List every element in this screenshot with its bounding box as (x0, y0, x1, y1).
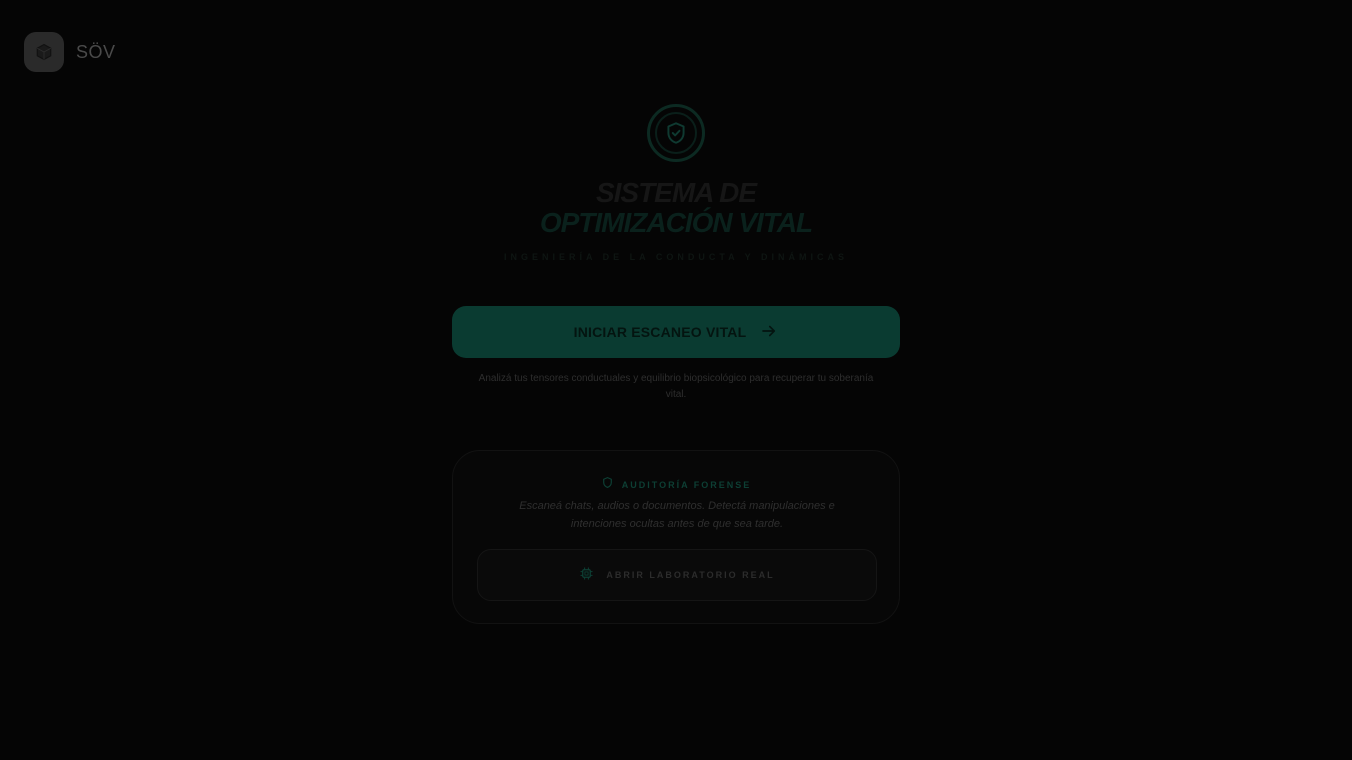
title-line-2: OPTIMIZACIÓN VITAL (539, 207, 813, 238)
start-scan-button[interactable]: INICIAR ESCANEO VITAL (452, 306, 900, 358)
open-lab-button[interactable]: ABRIR LABORATORIO REAL (477, 549, 877, 601)
forensic-card: AUDITORÍA FORENSE Escaneá chats, audios … (452, 450, 900, 624)
shield-check-icon (647, 104, 705, 162)
cpu-chip-icon (579, 566, 594, 584)
brand-logo[interactable]: SÖV (24, 32, 116, 72)
arrow-right-icon (760, 322, 778, 343)
tagline: INGENIERÍA DE LA CONDUCTA Y DINÁMICAS (503, 252, 848, 262)
cube-icon (24, 32, 64, 72)
title-line-1: SISTEMA DE (595, 177, 757, 208)
forensic-header: AUDITORÍA FORENSE (453, 476, 899, 494)
shield-icon (601, 476, 614, 494)
page-title: SISTEMA DE OPTIMIZACIÓN VITAL (539, 177, 813, 238)
brand-name: SÖV (76, 41, 116, 62)
forensic-title: AUDITORÍA FORENSE (621, 480, 752, 490)
forensic-description: Escaneá chats, audios o documentos. Dete… (519, 500, 835, 530)
main-page: SÖV SISTEMA DE OPTIMIZACIÓN VITAL INGENI… (0, 0, 1352, 760)
scan-description: Analizá tus tensores conductuales y equi… (478, 373, 874, 400)
open-lab-label: ABRIR LABORATORIO REAL (606, 570, 775, 580)
hero-section: SISTEMA DE OPTIMIZACIÓN VITAL INGENIERÍA… (0, 104, 1352, 262)
start-scan-label: INICIAR ESCANEO VITAL (573, 324, 747, 340)
